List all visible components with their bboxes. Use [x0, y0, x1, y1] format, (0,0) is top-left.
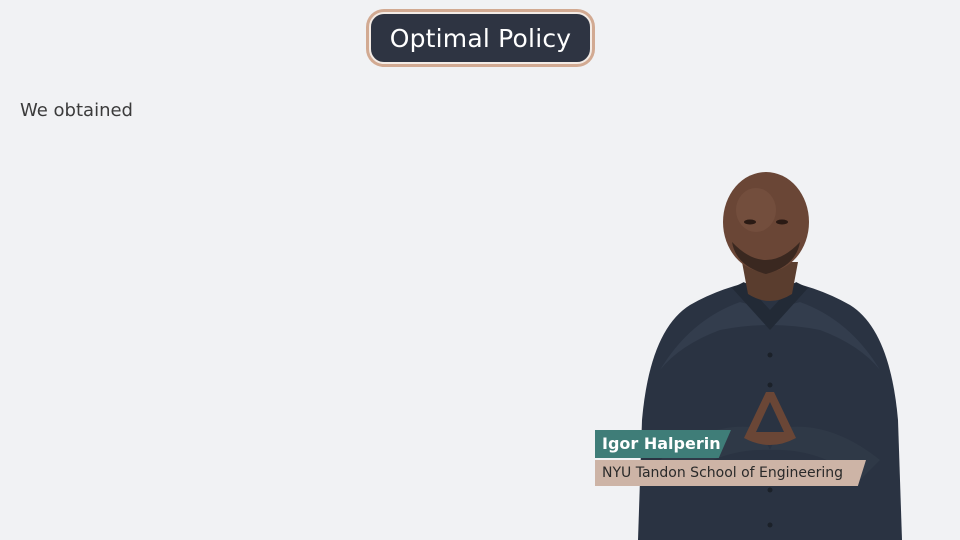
presenter-affiliation-bar: NYU Tandon School of Engineering [595, 460, 866, 486]
slide-title-pill-inner: Optimal Policy [369, 12, 592, 64]
slide-title-pill: Optimal Policy [366, 9, 595, 67]
slide-title: Optimal Policy [389, 23, 572, 53]
presenter-lower-third: Igor Halperin NYU Tandon School of Engin… [595, 430, 866, 486]
slide-intro-text: We obtained [20, 100, 133, 121]
presenter-name-bar: Igor Halperin [595, 430, 731, 458]
